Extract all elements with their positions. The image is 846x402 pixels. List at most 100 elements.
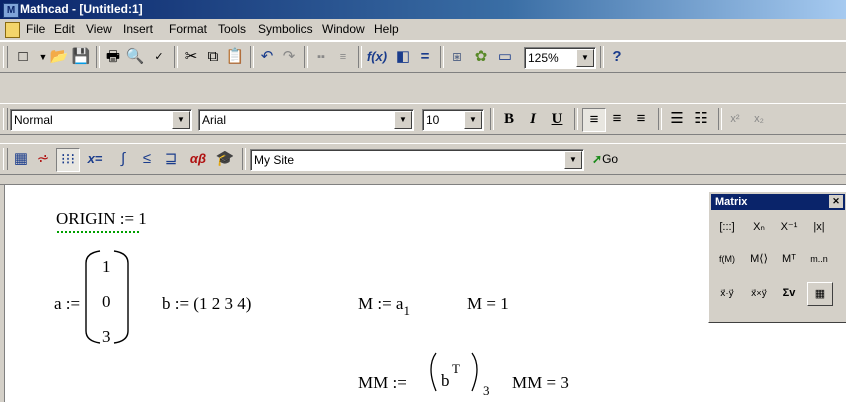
cross-product-button[interactable]: x⃗×y⃗ bbox=[747, 282, 771, 304]
toolbar-grip[interactable] bbox=[3, 46, 8, 68]
chevron-down-icon[interactable]: ▼ bbox=[464, 111, 482, 129]
mm-inner-b: b bbox=[441, 371, 450, 390]
insert-function-icon[interactable]: f(x) bbox=[366, 46, 388, 68]
chevron-down-icon[interactable]: ▼ bbox=[564, 151, 582, 169]
zoom-select[interactable]: 125% ▼ bbox=[524, 47, 596, 69]
separator bbox=[96, 46, 100, 68]
chevron-down-icon[interactable]: ▼ bbox=[576, 49, 594, 67]
mathcad-app-icon[interactable]: M bbox=[3, 3, 19, 18]
superscript-icon[interactable]: x² bbox=[724, 108, 746, 130]
site-select[interactable]: My Site ▼ bbox=[250, 149, 584, 171]
separator bbox=[718, 108, 722, 130]
range-variable-button[interactable]: m..n bbox=[807, 248, 831, 270]
menu-tools[interactable]: Tools bbox=[214, 19, 250, 40]
save-icon[interactable]: 💾 bbox=[70, 46, 92, 68]
separator bbox=[658, 108, 662, 130]
programming-icon[interactable]: ⊒ bbox=[160, 148, 182, 170]
evaluation-icon[interactable]: x= bbox=[80, 148, 110, 170]
bullets-icon[interactable]: ☰ bbox=[666, 108, 688, 130]
toolbar-grip[interactable] bbox=[3, 108, 8, 130]
menu-view[interactable]: View bbox=[82, 19, 116, 40]
boolean-icon[interactable]: ≤ bbox=[136, 148, 158, 170]
numbering-icon[interactable]: ☷ bbox=[690, 108, 712, 130]
subscript-icon[interactable]: x₂ bbox=[748, 108, 770, 130]
symbolic-icon[interactable]: 🎓 bbox=[214, 148, 236, 170]
align-center-icon[interactable]: ≡ bbox=[606, 108, 628, 130]
separator bbox=[490, 108, 494, 130]
print-preview-icon[interactable]: 🔍 bbox=[124, 46, 146, 68]
align-left-icon[interactable]: ≡ bbox=[582, 108, 606, 132]
matrix-determinant-button[interactable]: |x| bbox=[807, 216, 831, 238]
mm-transpose-sup: T bbox=[452, 361, 460, 376]
align-down-icon[interactable]: ≡ bbox=[332, 46, 354, 68]
window-title: Mathcad - [Untitled:1] bbox=[20, 2, 143, 16]
calculator-icon[interactable]: ▦ bbox=[10, 148, 32, 170]
chevron-down-icon[interactable]: ▼ bbox=[172, 111, 190, 129]
matrix-toolbar-icon[interactable]: ⁝⁝⁝ bbox=[56, 148, 80, 172]
separator bbox=[304, 46, 308, 68]
matrix-subscript-button[interactable]: Xₙ bbox=[747, 216, 771, 238]
insert-unit-icon[interactable]: ◧ bbox=[392, 46, 414, 68]
menu-window[interactable]: Window bbox=[318, 19, 369, 40]
menu-format[interactable]: Format bbox=[165, 19, 211, 40]
go-button[interactable]: ➚Go bbox=[592, 148, 652, 170]
matrix-insert-button[interactable]: [:::] bbox=[715, 216, 739, 238]
insert-table-icon[interactable]: ▭ bbox=[494, 46, 516, 68]
align-right-icon[interactable]: ≡ bbox=[630, 108, 652, 130]
separator bbox=[250, 46, 254, 68]
toolbar-grip[interactable] bbox=[3, 148, 8, 170]
calculate-icon[interactable]: = bbox=[414, 46, 436, 68]
separator bbox=[242, 148, 246, 170]
matrix-palette-title: Matrix bbox=[715, 196, 748, 208]
copy-icon[interactable]: ⧉ bbox=[202, 46, 224, 68]
matrix-transpose-button[interactable]: Mᵀ bbox=[777, 248, 801, 270]
menu-symbolics[interactable]: Symbolics bbox=[254, 19, 317, 40]
calculus-icon[interactable]: ∫ bbox=[112, 148, 134, 170]
matrix-palette[interactable]: Matrix ✕ [:::] Xₙ X⁻¹ |x| f(M) M⟨⟩ Mᵀ m.… bbox=[708, 191, 846, 323]
menu-edit[interactable]: Edit bbox=[50, 19, 79, 40]
underline-button[interactable]: U bbox=[546, 108, 568, 130]
separator bbox=[574, 108, 578, 130]
vector-sum-button[interactable]: Σv bbox=[777, 282, 801, 304]
align-across-icon[interactable]: ▪▪ bbox=[310, 46, 332, 68]
redo-icon[interactable]: ↷ bbox=[278, 46, 300, 68]
print-icon[interactable]: 🖶 bbox=[102, 46, 124, 68]
cut-icon[interactable]: ✂ bbox=[180, 46, 202, 68]
picture-button[interactable]: ▦ bbox=[807, 282, 833, 306]
formatting-toolbar: Normal ▼ Arial ▼ 10 ▼ B I U ≡ ≡ ≡ ☰ ☷ x²… bbox=[0, 103, 846, 135]
menu-file[interactable]: File bbox=[22, 19, 49, 40]
help-icon[interactable]: ? bbox=[606, 46, 628, 68]
greek-icon[interactable]: αβ bbox=[184, 148, 212, 170]
separator bbox=[358, 46, 362, 68]
separator bbox=[600, 46, 604, 68]
chevron-down-icon[interactable]: ▼ bbox=[394, 111, 412, 129]
menu-help[interactable]: Help bbox=[370, 19, 403, 40]
go-label: Go bbox=[602, 152, 619, 166]
bold-button[interactable]: B bbox=[498, 108, 520, 130]
mm-subscript: 3 bbox=[483, 383, 490, 398]
separator bbox=[174, 46, 178, 68]
matrix-inverse-button[interactable]: X⁻¹ bbox=[777, 216, 801, 238]
style-select[interactable]: Normal ▼ bbox=[10, 109, 192, 131]
spell-check-icon[interactable]: ✓ bbox=[148, 46, 170, 68]
matrix-palette-titlebar[interactable]: Matrix ✕ bbox=[711, 194, 845, 210]
open-folder-icon[interactable]: 📂 bbox=[48, 46, 70, 68]
undo-icon[interactable]: ↶ bbox=[256, 46, 278, 68]
matrix-column-button[interactable]: M⟨⟩ bbox=[747, 248, 771, 270]
mm-evaluation[interactable]: MM = 3 bbox=[512, 373, 569, 393]
close-icon[interactable]: ✕ bbox=[829, 195, 843, 208]
font-size-select[interactable]: 10 ▼ bbox=[422, 109, 484, 131]
graph-icon[interactable]: ⩫ bbox=[32, 148, 54, 170]
new-document-icon[interactable]: □ bbox=[12, 46, 34, 68]
zoom-value: 125% bbox=[528, 51, 559, 65]
dot-product-button[interactable]: x⃗·y⃗ bbox=[715, 282, 739, 304]
menu-insert[interactable]: Insert bbox=[119, 19, 157, 40]
go-arrow-icon: ➚ bbox=[592, 152, 603, 166]
insert-component-icon[interactable]: ⧆ bbox=[446, 46, 468, 68]
resources-icon[interactable]: ✿ bbox=[470, 46, 492, 68]
paste-icon[interactable]: 📋 bbox=[224, 46, 246, 68]
italic-button[interactable]: I bbox=[522, 108, 544, 130]
document-icon[interactable] bbox=[5, 22, 20, 38]
vectorize-button[interactable]: f(M) bbox=[715, 248, 739, 270]
font-select[interactable]: Arial ▼ bbox=[198, 109, 414, 131]
